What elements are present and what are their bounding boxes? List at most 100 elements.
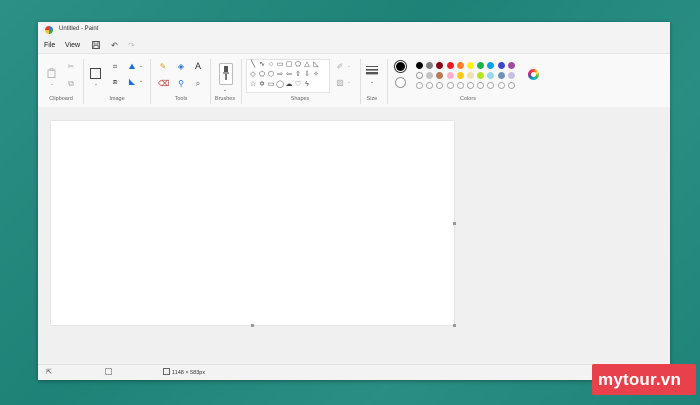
polygon-shape-icon[interactable]: ⬠ [294,61,302,69]
group-label-tools: Tools [174,96,188,102]
magnifier-icon[interactable]: ⌕ [193,79,203,89]
five-point-star-shape-icon[interactable]: ☆ [249,81,257,89]
text-tool-icon[interactable]: A [193,62,203,72]
custom-color-slot[interactable] [487,82,495,89]
color-swatch[interactable] [456,72,464,79]
group-label-image: Image [109,96,125,102]
ribbon-separator [83,59,84,104]
select-icon[interactable] [90,68,101,79]
size-icon[interactable] [366,66,378,76]
paint-window: Untitled - Paint File View ↶ ↷ ⌄ ✂ ⧉ Cli… [38,22,670,380]
color-swatch[interactable] [487,72,495,79]
selection-size-icon [104,368,112,376]
color-swatch[interactable] [446,62,454,69]
color-swatch[interactable] [416,62,423,69]
pencil-icon[interactable]: ✎ [158,62,168,72]
canvas-size-text: 1148 × 583px [172,370,206,376]
line-shape-icon[interactable]: ╲ [249,61,257,69]
right-triangle-shape-icon[interactable]: ◺ [312,61,320,69]
callout-cloud-shape-icon[interactable]: ☁ [285,81,293,89]
resize-handle-corner[interactable] [453,324,456,327]
color-swatch[interactable] [446,72,454,79]
four-point-star-shape-icon[interactable]: ✧ [312,71,320,79]
canvas-workspace [38,107,670,363]
custom-color-slot[interactable] [416,82,423,89]
undo-icon[interactable]: ↶ [110,41,119,50]
resize-handle-bottom[interactable] [251,324,254,327]
color-picker-icon[interactable]: ⚲ [176,79,186,89]
oval-shape-icon[interactable]: ○ [267,61,275,69]
menu-bar: File View ↶ ↷ [38,39,670,53]
crop-icon[interactable]: ⌗ [110,62,120,72]
diamond-shape-icon[interactable]: ◇ [249,71,257,79]
primary-color[interactable] [394,60,407,73]
custom-color-slot[interactable] [497,82,505,89]
flip-chevron-icon[interactable]: ⌄ [136,77,146,87]
color-swatch[interactable] [426,62,434,69]
color-swatch[interactable] [467,72,474,79]
drawing-canvas[interactable] [51,121,454,325]
rotate-chevron-icon[interactable]: ⌄ [136,62,146,72]
up-arrow-shape-icon[interactable]: ⇧ [294,71,302,79]
color-swatch[interactable] [507,72,515,79]
group-label-shapes: Shapes [290,96,310,102]
custom-color-slot[interactable] [436,82,444,89]
color-swatch[interactable] [497,72,505,79]
color-swatch[interactable] [497,62,505,69]
resize-handle-right[interactable] [453,222,456,225]
brushes-chevron-icon[interactable]: ⌄ [220,86,230,96]
color-swatch[interactable] [426,72,434,79]
outline-chevron-icon[interactable]: ⌄ [344,62,354,72]
shapes-gallery: ╲ ∿ ○ ▭ ▢ ⬠ △ ◺ ◇ ⬠ ⬡ ⇨ ⇦ ⇧ ⇩ ✧ ☆ ✡ ▭ ◯ … [246,59,330,93]
resize-icon[interactable]: ⧈ [110,77,120,87]
custom-color-slot[interactable] [426,82,434,89]
color-swatch[interactable] [487,62,495,69]
fill-icon[interactable]: ◈ [176,62,186,72]
triangle-shape-icon[interactable]: △ [303,61,311,69]
paste-chevron-icon[interactable]: ⌄ [47,80,57,90]
shape-fill-chevron-icon[interactable]: ⌄ [344,78,354,88]
color-swatch[interactable] [467,62,474,69]
pentagon-shape-icon[interactable]: ⬠ [258,71,266,79]
custom-color-slot[interactable] [446,82,454,89]
callout-rect-shape-icon[interactable]: ▭ [267,81,275,89]
brushes-icon[interactable] [219,63,233,85]
rounded-rectangle-shape-icon[interactable]: ▢ [285,61,293,69]
callout-oval-shape-icon[interactable]: ◯ [276,81,284,89]
color-swatch[interactable] [436,72,444,79]
custom-color-slot[interactable] [467,82,474,89]
save-icon[interactable] [91,41,100,50]
color-swatch[interactable] [456,62,464,69]
lightning-shape-icon[interactable]: ϟ [303,81,311,89]
color-swatch[interactable] [436,62,444,69]
cut-icon[interactable]: ✂ [66,62,76,72]
left-arrow-shape-icon[interactable]: ⇦ [285,71,293,79]
edit-colors-icon[interactable] [528,69,539,80]
heart-shape-icon[interactable]: ♡ [294,81,302,89]
six-point-star-shape-icon[interactable]: ✡ [258,81,266,89]
color-swatch[interactable] [507,62,515,69]
custom-color-slot[interactable] [507,82,515,89]
size-chevron-icon[interactable]: ⌄ [367,78,377,88]
right-arrow-shape-icon[interactable]: ⇨ [276,71,284,79]
down-arrow-shape-icon[interactable]: ⇩ [303,71,311,79]
eraser-icon[interactable]: ⌫ [158,79,169,89]
curve-shape-icon[interactable]: ∿ [258,61,266,69]
redo-icon[interactable]: ↷ [127,41,136,50]
color-swatch[interactable] [477,72,485,79]
select-chevron-icon[interactable]: ⌄ [91,80,101,90]
paste-icon[interactable] [46,68,56,78]
ribbon-separator [241,59,242,104]
title-bar: Untitled - Paint [38,22,670,38]
menu-view[interactable]: View [65,42,80,49]
color-swatch[interactable] [416,72,423,79]
custom-color-slot[interactable] [456,82,464,89]
secondary-color[interactable] [395,77,406,88]
menu-file[interactable]: File [44,42,55,49]
hexagon-shape-icon[interactable]: ⬡ [267,71,275,79]
color-swatch[interactable] [477,62,485,69]
ribbon-separator [387,59,388,104]
rectangle-shape-icon[interactable]: ▭ [276,61,284,69]
custom-color-slot[interactable] [477,82,485,89]
copy-icon[interactable]: ⧉ [66,79,76,89]
